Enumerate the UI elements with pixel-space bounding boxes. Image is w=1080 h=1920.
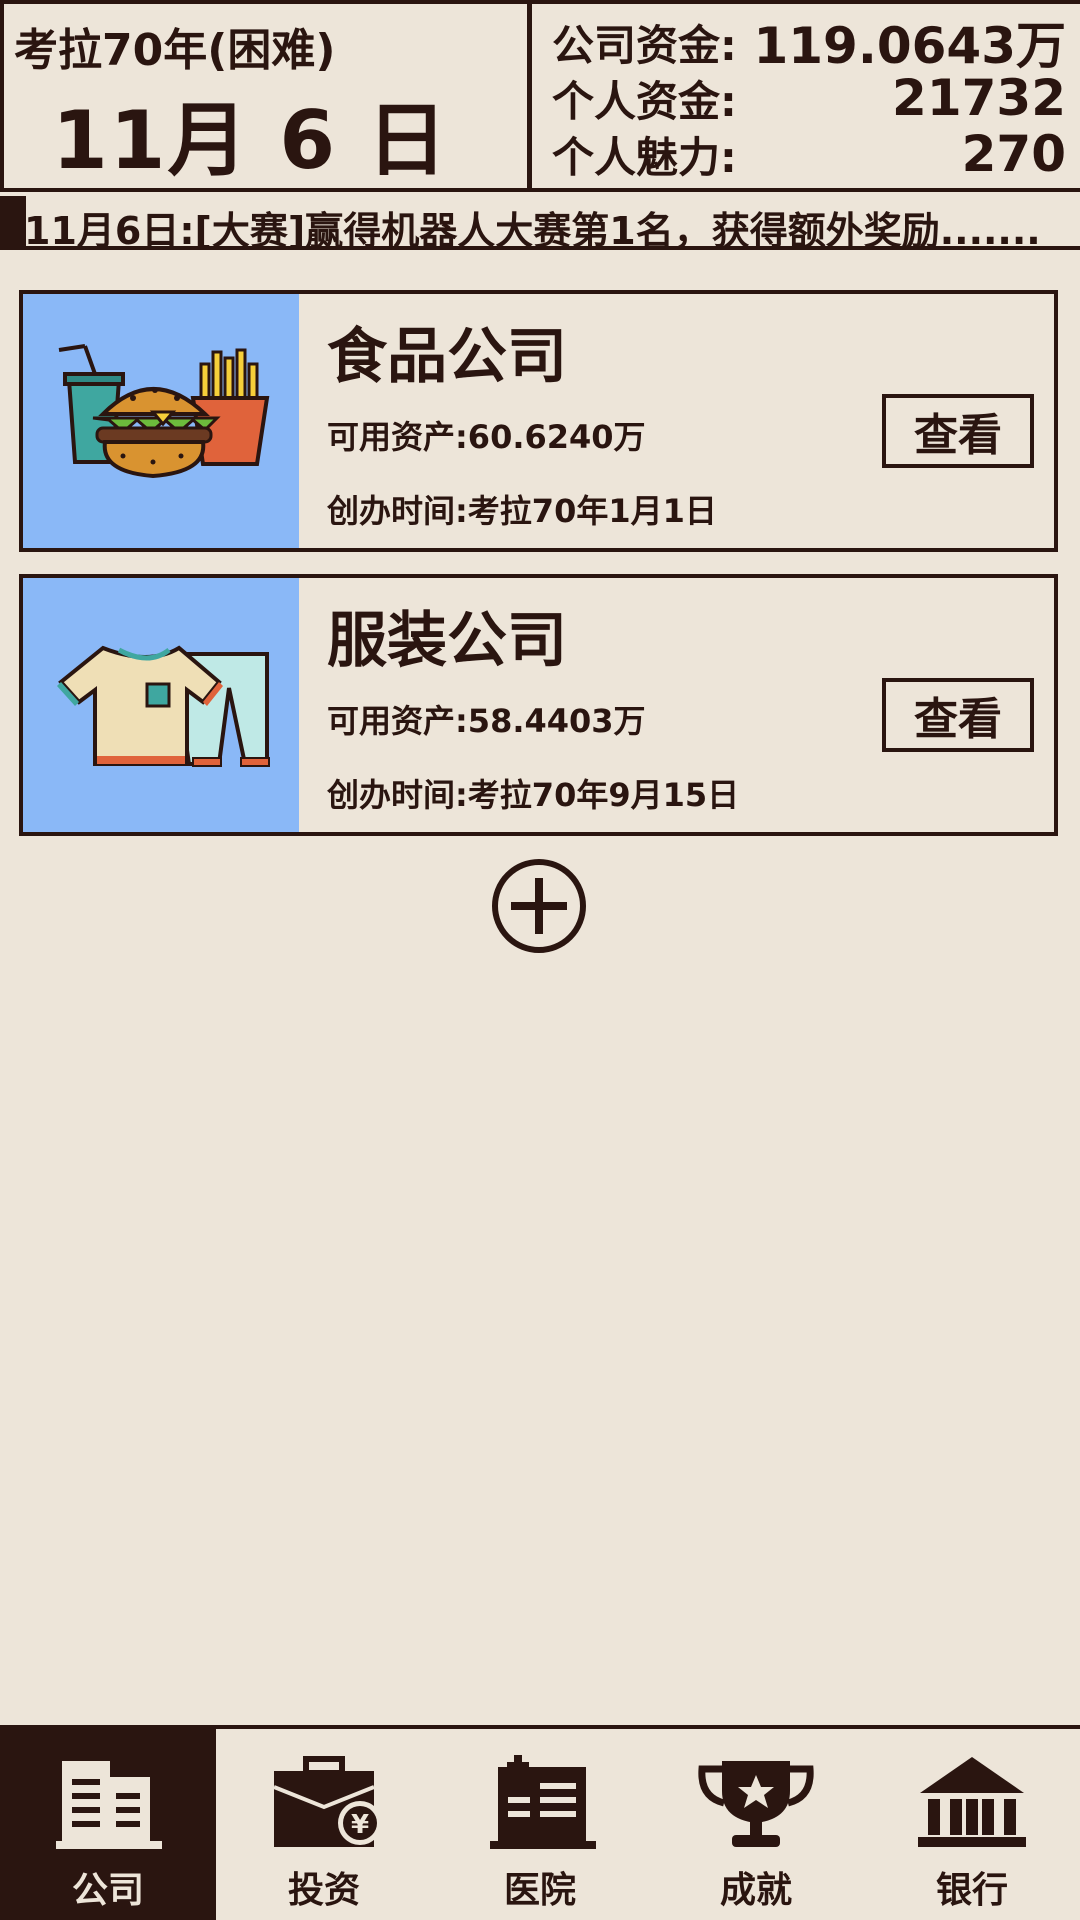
nav-tab-bank[interactable]: 银行 <box>864 1729 1080 1920</box>
company-name: 食品公司 <box>327 322 567 392</box>
food-icon <box>23 294 299 548</box>
nav-tab-hospital[interactable]: 医院 <box>432 1729 648 1920</box>
company-assets: 可用资产:60.6240万 <box>327 418 646 456</box>
nav-label: 投资 <box>287 1870 360 1911</box>
company-founded-date: 创办时间:考拉70年1月1日 <box>327 492 717 530</box>
status-header: 考拉70年(困难) 11月 6 日 公司资金: 119.0643万 个人资金: … <box>0 0 1080 192</box>
stat-value: 21732 <box>892 69 1066 127</box>
svg-text:¥: ¥ <box>351 1810 369 1840</box>
stat-value: 119.0643万 <box>753 17 1066 75</box>
ticker-marker <box>0 196 26 246</box>
bottom-nav: 公司 ¥ 投资 医院 成就 银行 <box>0 1725 1080 1920</box>
current-date: 11月 6 日 <box>52 94 449 187</box>
nav-tab-invest[interactable]: ¥ 投资 <box>216 1729 432 1920</box>
date-panel: 考拉70年(困难) 11月 6 日 <box>4 4 532 188</box>
stat-label: 公司资金: <box>552 20 737 70</box>
nav-label: 医院 <box>503 1870 576 1911</box>
view-company-button[interactable]: 查看 <box>882 678 1034 752</box>
company-founded-date: 创办时间:考拉70年9月15日 <box>327 776 740 814</box>
briefcase-yen-icon: ¥ <box>273 1756 382 1847</box>
stat-company-funds: 公司资金: 119.0643万 <box>552 14 1066 75</box>
nav-label: 成就 <box>719 1870 792 1911</box>
add-company-button[interactable] <box>491 858 587 954</box>
stat-charisma: 个人魅力: 270 <box>552 125 1066 183</box>
stat-label: 个人资金: <box>552 76 737 126</box>
company-assets: 可用资产:58.4403万 <box>327 702 646 740</box>
nav-label: 公司 <box>71 1870 144 1911</box>
nav-tab-achievements[interactable]: 成就 <box>648 1729 864 1920</box>
company-card-clothing: 服装公司 可用资产:58.4403万 创办时间:考拉70年9月15日 查看 <box>19 574 1058 836</box>
stat-personal-funds: 个人资金: 21732 <box>552 69 1066 127</box>
company-info: 食品公司 可用资产:60.6240万 创办时间:考拉70年1月1日 查看 <box>299 294 1054 548</box>
ticker-text: 11月6日:[大赛]赢得机器人大赛第1名，获得额外奖励....... <box>24 209 1041 250</box>
nav-label: 银行 <box>935 1870 1008 1911</box>
view-company-button[interactable]: 查看 <box>882 394 1034 468</box>
plus-circle-icon <box>492 859 586 953</box>
nav-tab-company[interactable]: 公司 <box>0 1729 216 1920</box>
company-info: 服装公司 可用资产:58.4403万 创办时间:考拉70年9月15日 查看 <box>299 578 1054 832</box>
company-card-food: 食品公司 可用资产:60.6240万 创办时间:考拉70年1月1日 查看 <box>19 290 1058 552</box>
company-name: 服装公司 <box>327 606 567 676</box>
year-difficulty-label: 考拉70年(困难) <box>14 25 336 76</box>
stat-label: 个人魅力: <box>552 132 737 182</box>
stats-panel: 公司资金: 119.0643万 个人资金: 21732 个人魅力: 270 <box>532 4 1080 188</box>
bank-icon <box>918 1757 1026 1847</box>
clothing-icon <box>23 578 299 832</box>
stat-value: 270 <box>961 125 1066 183</box>
office-building-icon <box>56 1761 162 1849</box>
hospital-icon <box>490 1755 596 1849</box>
news-ticker: 11月6日:[大赛]赢得机器人大赛第1名，获得额外奖励....... <box>0 196 1080 250</box>
trophy-icon <box>698 1761 814 1847</box>
